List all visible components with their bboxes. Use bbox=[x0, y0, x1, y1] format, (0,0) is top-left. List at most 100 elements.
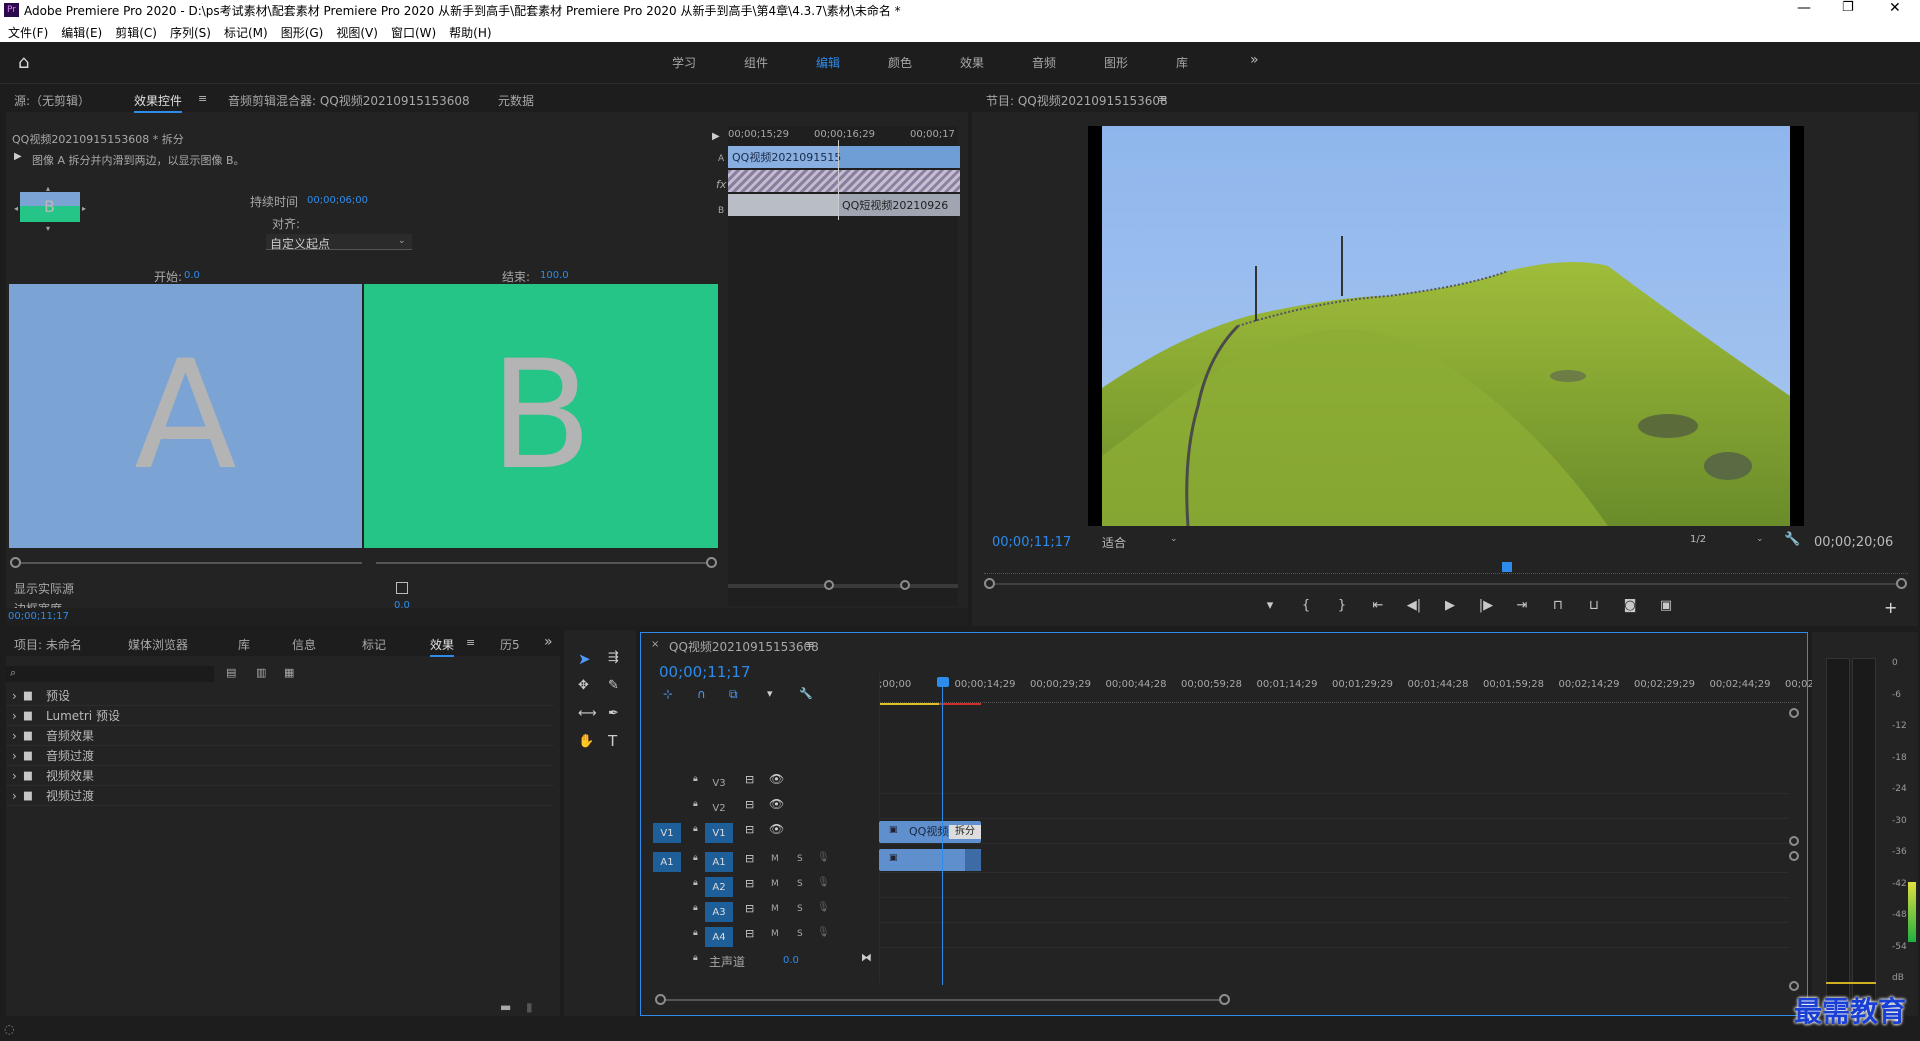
track-header-v3[interactable]: 🔒︎ V3 ⊟ 👁︎ bbox=[641, 771, 1797, 795]
transition-split[interactable]: 拆分 bbox=[949, 825, 981, 839]
expand-chevron-icon[interactable]: › bbox=[6, 769, 24, 783]
sync-lock-icon[interactable]: ⊟ bbox=[745, 823, 754, 836]
add-marker-icon[interactable]: ▾ bbox=[767, 687, 773, 700]
workspace-tab-3[interactable]: 颜色 bbox=[888, 54, 960, 71]
mute-button[interactable]: M bbox=[771, 929, 779, 939]
expand-chevron-icon[interactable]: › bbox=[6, 789, 24, 803]
go-to-out-icon[interactable]: ⇥ bbox=[1504, 598, 1540, 613]
workspace-tab-0[interactable]: 学习 bbox=[672, 54, 744, 71]
solo-button[interactable]: S bbox=[797, 854, 803, 864]
tab-info[interactable]: 信息 bbox=[292, 636, 316, 653]
play-icon[interactable]: ▶ bbox=[1432, 598, 1468, 613]
workspace-tab-4[interactable]: 效果 bbox=[960, 54, 1032, 71]
effects-search-input[interactable]: ⌕ bbox=[6, 666, 214, 682]
tab-library[interactable]: 库 bbox=[238, 636, 250, 653]
mini-clip-a[interactable]: QQ视频2021091515 bbox=[728, 146, 960, 168]
mini-scroll-right-handle[interactable] bbox=[900, 580, 910, 590]
extract-icon[interactable]: ⊔ bbox=[1576, 598, 1612, 613]
home-icon[interactable]: ⌂ bbox=[18, 52, 29, 73]
a1-clip[interactable]: ▣ bbox=[879, 849, 981, 871]
close-icon[interactable]: ✕ bbox=[1889, 0, 1901, 16]
tab-effects[interactable]: 效果 bbox=[430, 636, 455, 657]
solo-button[interactable]: S bbox=[797, 904, 803, 914]
lift-icon[interactable]: ⊓ bbox=[1540, 598, 1576, 613]
sync-lock-icon[interactable]: ⊟ bbox=[745, 927, 754, 940]
mark-out-icon[interactable]: } bbox=[1324, 598, 1360, 613]
workspace-tab-5[interactable]: 音频 bbox=[1032, 54, 1104, 71]
effects-folder[interactable]: › ▆ 音频效果 bbox=[6, 726, 554, 746]
tab-history[interactable]: 历5 bbox=[500, 636, 520, 653]
camera-icon[interactable]: ◙ bbox=[1612, 598, 1648, 613]
expand-chevron-icon[interactable]: › bbox=[6, 729, 24, 743]
solo-button[interactable]: S bbox=[797, 929, 803, 939]
track-target-a1[interactable]: A1 bbox=[705, 852, 733, 872]
program-title[interactable]: 节目: QQ视频20210915153608 bbox=[986, 92, 1168, 109]
effects-menu-icon[interactable]: ≡ bbox=[466, 636, 475, 649]
effect-timecode[interactable]: 00;00;11;17 bbox=[8, 611, 69, 622]
tab-audio-clip-mixer[interactable]: 音频剪辑混合器: QQ视频20210915153608 bbox=[228, 92, 470, 109]
resolution-select[interactable]: 1/2 ⌄ bbox=[1690, 533, 1770, 549]
master-track[interactable]: 🔒︎ 主声道 0.0 ⧓ bbox=[641, 951, 879, 971]
sync-lock-icon[interactable]: ⊟ bbox=[745, 877, 754, 890]
track-lane[interactable] bbox=[879, 771, 1789, 794]
lock-icon[interactable]: 🔒︎ bbox=[693, 903, 698, 913]
show-actual-checkbox[interactable] bbox=[396, 582, 408, 594]
vscroll-audio-handle[interactable] bbox=[1789, 851, 1799, 861]
tab-project[interactable]: 项目: 未命名 bbox=[14, 636, 82, 653]
mini-transition-bar[interactable] bbox=[728, 170, 960, 192]
menu-item-0[interactable]: 文件(F) bbox=[8, 24, 48, 41]
accelerated-effects-icon[interactable]: ▤ bbox=[226, 666, 236, 679]
pen-tool-icon[interactable]: ✒ bbox=[608, 706, 619, 721]
track-target-a3[interactable]: A3 bbox=[705, 902, 733, 922]
ripple-edit-tool-icon[interactable]: ✥ bbox=[578, 678, 589, 693]
border-width-value[interactable]: 0.0 bbox=[394, 600, 410, 608]
mute-button[interactable]: M bbox=[771, 904, 779, 914]
play-icon[interactable]: ▶ bbox=[14, 151, 22, 162]
restore-icon[interactable]: ❐ bbox=[1842, 0, 1854, 15]
effects-folder[interactable]: › ▆ 视频过渡 bbox=[6, 786, 554, 806]
more-workspaces-icon[interactable]: » bbox=[1250, 52, 1259, 68]
track-target-v1[interactable]: V1 bbox=[705, 823, 733, 843]
track-lane[interactable] bbox=[879, 821, 1789, 844]
menu-item-5[interactable]: 图形(G) bbox=[281, 24, 324, 41]
lock-icon[interactable]: 🔒︎ bbox=[693, 774, 698, 784]
microphone-icon[interactable]: 🎙︎ bbox=[817, 852, 830, 863]
menu-item-1[interactable]: 编辑(E) bbox=[61, 24, 102, 41]
snap-icon[interactable]: ∩ bbox=[697, 687, 706, 701]
razor-tool-icon[interactable]: ✎ bbox=[608, 678, 619, 693]
track-select-tool-icon[interactable]: ⇶ bbox=[608, 650, 619, 665]
nest-icon[interactable]: ⊹ bbox=[663, 687, 673, 701]
mute-button[interactable]: M bbox=[771, 879, 779, 889]
track-target-a4[interactable]: A4 bbox=[705, 927, 733, 947]
panel-menu-icon[interactable]: ≡ bbox=[198, 92, 207, 105]
program-menu-icon[interactable]: ≡ bbox=[1158, 92, 1167, 105]
effects-folder[interactable]: › ▆ 视频效果 bbox=[6, 766, 554, 786]
mark-in-icon[interactable]: { bbox=[1288, 598, 1324, 613]
play-transition-icon[interactable]: ▶ bbox=[712, 131, 720, 142]
eye-icon[interactable]: 👁︎ bbox=[769, 797, 784, 811]
microphone-icon[interactable]: 🎙︎ bbox=[817, 902, 830, 913]
linked-selection-icon[interactable]: ⧉ bbox=[729, 687, 738, 702]
track-lane[interactable] bbox=[879, 925, 1789, 948]
master-lock-icon[interactable]: 🔒︎ bbox=[693, 953, 698, 963]
go-to-in-icon[interactable]: ⇤ bbox=[1360, 598, 1396, 613]
selection-tool-icon[interactable]: ➤ bbox=[578, 650, 591, 668]
compare-icon[interactable]: ▣ bbox=[1648, 598, 1684, 613]
source-patch-v1[interactable]: V1 bbox=[653, 823, 681, 843]
timeline-close-icon[interactable]: × bbox=[651, 639, 659, 650]
add-marker-icon[interactable]: ▾ bbox=[1252, 598, 1288, 613]
track-lane[interactable] bbox=[879, 875, 1789, 898]
program-playhead[interactable] bbox=[1502, 562, 1512, 572]
more-tabs-icon[interactable]: » bbox=[544, 634, 553, 650]
tab-media-browser[interactable]: 媒体浏览器 bbox=[128, 636, 188, 653]
slip-tool-icon[interactable]: ⟷ bbox=[578, 706, 597, 721]
transition-thumbnail[interactable]: B bbox=[20, 192, 80, 222]
microphone-icon[interactable]: 🎙︎ bbox=[817, 877, 830, 888]
delete-icon[interactable]: ▮ bbox=[526, 1000, 533, 1014]
track-header-a1[interactable]: A1 🔒︎ A1 ⊟ M S 🎙︎ bbox=[641, 850, 1797, 874]
yuv-effects-icon[interactable]: ▦ bbox=[284, 666, 294, 679]
lock-icon[interactable]: 🔒︎ bbox=[693, 824, 698, 834]
master-nav-icon[interactable]: ⧓ bbox=[861, 951, 872, 964]
effects-folder[interactable]: › ▆ 音频过渡 bbox=[6, 746, 554, 766]
tab-source[interactable]: 源:（无剪辑） bbox=[14, 92, 90, 109]
